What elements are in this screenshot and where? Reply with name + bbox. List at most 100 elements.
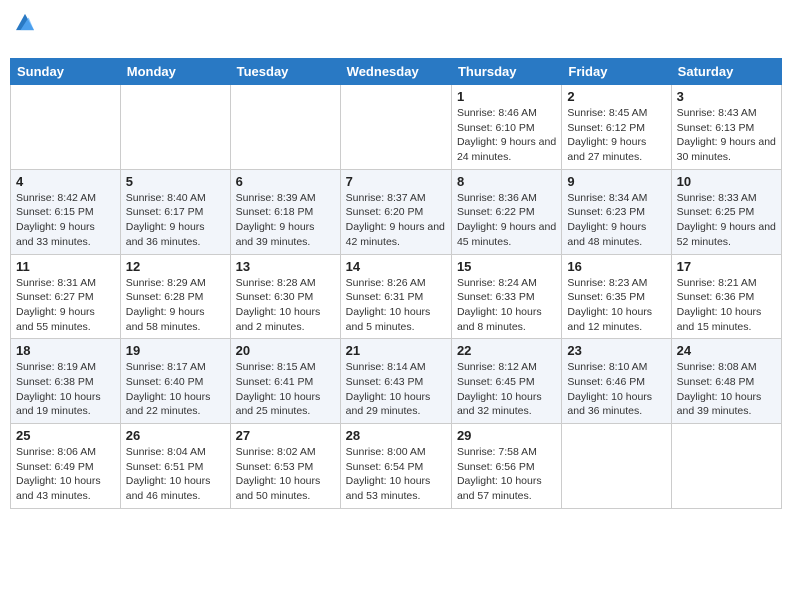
calendar-cell <box>120 85 230 170</box>
calendar-cell: 2Sunrise: 8:45 AM Sunset: 6:12 PM Daylig… <box>562 85 671 170</box>
calendar-cell: 15 Sunrise: 8:24 AM Sunset: 6:33 PM Dayli… <box>451 254 561 339</box>
calendar-cell: 11 Sunrise: 8:31 AM Sunset: 6:27 PM Dayli… <box>11 254 121 339</box>
day-info: Sunrise: 8:21 AM Sunset: 6:36 PM Dayligh… <box>677 276 776 335</box>
day-number: 19 <box>126 343 225 358</box>
day-number: 18 <box>16 343 115 358</box>
calendar-cell: 17 Sunrise: 8:21 AM Sunset: 6:36 PM Dayli… <box>671 254 781 339</box>
day-number: 14 <box>346 259 446 274</box>
calendar-cell: 1 Sunrise: 8:46 AM Sunset: 6:10 PM Daylig… <box>451 85 561 170</box>
calendar-cell: 16 Sunrise: 8:23 AM Sunset: 6:35 PM Dayli… <box>562 254 671 339</box>
day-number: 8 <box>457 174 556 189</box>
day-info: Sunrise: 8:12 AM Sunset: 6:45 PM Dayligh… <box>457 360 556 419</box>
calendar-day-header: Monday <box>120 59 230 85</box>
day-info: Sunrise: 8:26 AM Sunset: 6:31 PM Dayligh… <box>346 276 446 335</box>
calendar-cell: 29 Sunrise: 7:58 AM Sunset: 6:56 PM Dayli… <box>451 424 561 509</box>
calendar-cell <box>671 424 781 509</box>
calendar-day-header: Saturday <box>671 59 781 85</box>
day-info: Sunrise: 8:31 AM Sunset: 6:27 PM Dayligh… <box>16 276 115 335</box>
calendar-body: 1 Sunrise: 8:46 AM Sunset: 6:10 PM Daylig… <box>11 85 782 509</box>
day-info: Sunrise: 8:14 AM Sunset: 6:43 PM Dayligh… <box>346 360 446 419</box>
day-number: 24 <box>677 343 776 358</box>
calendar-cell: 9 Sunrise: 8:34 AM Sunset: 6:23 PM Daylig… <box>562 169 671 254</box>
day-number: 26 <box>126 428 225 443</box>
day-info: Sunrise: 8:37 AM Sunset: 6:20 PM Dayligh… <box>346 191 446 250</box>
day-number: 23 <box>567 343 665 358</box>
day-number: 9 <box>567 174 665 189</box>
day-number: 27 <box>236 428 335 443</box>
calendar-cell <box>562 424 671 509</box>
calendar-cell: 23 Sunrise: 8:10 AM Sunset: 6:46 PM Dayli… <box>562 339 671 424</box>
day-info: Sunrise: 8:34 AM Sunset: 6:23 PM Dayligh… <box>567 191 665 250</box>
calendar-cell: 10 Sunrise: 8:33 AM Sunset: 6:25 PM Dayli… <box>671 169 781 254</box>
calendar-day-header: Sunday <box>11 59 121 85</box>
day-info: Sunrise: 8:08 AM Sunset: 6:48 PM Dayligh… <box>677 360 776 419</box>
logo-icon <box>16 13 34 31</box>
day-number: 25 <box>16 428 115 443</box>
day-info: Sunrise: 8:45 AM Sunset: 6:12 PM Dayligh… <box>567 106 665 165</box>
day-number: 5 <box>126 174 225 189</box>
calendar-cell: 8 Sunrise: 8:36 AM Sunset: 6:22 PM Daylig… <box>451 169 561 254</box>
day-info: Sunrise: 8:04 AM Sunset: 6:51 PM Dayligh… <box>126 445 225 504</box>
day-number: 3 <box>677 89 776 104</box>
day-number: 29 <box>457 428 556 443</box>
logo <box>14 10 34 52</box>
day-number: 20 <box>236 343 335 358</box>
day-info: Sunrise: 8:23 AM Sunset: 6:35 PM Dayligh… <box>567 276 665 335</box>
day-number: 16 <box>567 259 665 274</box>
calendar-cell: 13Sunrise: 8:28 AM Sunset: 6:30 PM Dayli… <box>230 254 340 339</box>
calendar-cell <box>230 85 340 170</box>
day-info: Sunrise: 8:02 AM Sunset: 6:53 PM Dayligh… <box>236 445 335 504</box>
day-number: 21 <box>346 343 446 358</box>
day-info: Sunrise: 8:36 AM Sunset: 6:22 PM Dayligh… <box>457 191 556 250</box>
day-number: 22 <box>457 343 556 358</box>
calendar-cell: 20 Sunrise: 8:15 AM Sunset: 6:41 PM Dayli… <box>230 339 340 424</box>
calendar-cell: 28 Sunrise: 8:00 AM Sunset: 6:54 PM Dayli… <box>340 424 451 509</box>
calendar-cell: 19 Sunrise: 8:17 AM Sunset: 6:40 PM Dayli… <box>120 339 230 424</box>
calendar-week-row: 11 Sunrise: 8:31 AM Sunset: 6:27 PM Dayli… <box>11 254 782 339</box>
calendar-cell: 18 Sunrise: 8:19 AM Sunset: 6:38 PM Dayli… <box>11 339 121 424</box>
calendar-day-header: Thursday <box>451 59 561 85</box>
day-info: Sunrise: 8:42 AM Sunset: 6:15 PM Dayligh… <box>16 191 115 250</box>
calendar-cell <box>11 85 121 170</box>
calendar-day-header: Friday <box>562 59 671 85</box>
day-info: Sunrise: 8:39 AM Sunset: 6:18 PM Dayligh… <box>236 191 335 250</box>
calendar-week-row: 4 Sunrise: 8:42 AM Sunset: 6:15 PM Daylig… <box>11 169 782 254</box>
calendar-table: SundayMondayTuesdayWednesdayThursdayFrid… <box>10 58 782 509</box>
day-info: Sunrise: 8:17 AM Sunset: 6:40 PM Dayligh… <box>126 360 225 419</box>
calendar-cell: 7 Sunrise: 8:37 AM Sunset: 6:20 PM Daylig… <box>340 169 451 254</box>
calendar-cell: 14 Sunrise: 8:26 AM Sunset: 6:31 PM Dayli… <box>340 254 451 339</box>
calendar-week-row: 1 Sunrise: 8:46 AM Sunset: 6:10 PM Daylig… <box>11 85 782 170</box>
calendar-cell: 6Sunrise: 8:39 AM Sunset: 6:18 PM Daylig… <box>230 169 340 254</box>
day-number: 1 <box>457 89 556 104</box>
calendar-day-header: Tuesday <box>230 59 340 85</box>
day-info: Sunrise: 8:43 AM Sunset: 6:13 PM Dayligh… <box>677 106 776 165</box>
day-number: 12 <box>126 259 225 274</box>
calendar-cell: 25Sunrise: 8:06 AM Sunset: 6:49 PM Dayli… <box>11 424 121 509</box>
day-number: 17 <box>677 259 776 274</box>
day-info: Sunrise: 8:19 AM Sunset: 6:38 PM Dayligh… <box>16 360 115 419</box>
day-info: Sunrise: 8:24 AM Sunset: 6:33 PM Dayligh… <box>457 276 556 335</box>
calendar-cell: 26 Sunrise: 8:04 AM Sunset: 6:51 PM Dayli… <box>120 424 230 509</box>
day-number: 11 <box>16 259 115 274</box>
calendar-cell: 24 Sunrise: 8:08 AM Sunset: 6:48 PM Dayli… <box>671 339 781 424</box>
calendar-cell: 5 Sunrise: 8:40 AM Sunset: 6:17 PM Daylig… <box>120 169 230 254</box>
calendar-week-row: 25Sunrise: 8:06 AM Sunset: 6:49 PM Dayli… <box>11 424 782 509</box>
day-info: Sunrise: 8:33 AM Sunset: 6:25 PM Dayligh… <box>677 191 776 250</box>
calendar-header-row: SundayMondayTuesdayWednesdayThursdayFrid… <box>11 59 782 85</box>
day-number: 7 <box>346 174 446 189</box>
calendar-cell: 22 Sunrise: 8:12 AM Sunset: 6:45 PM Dayli… <box>451 339 561 424</box>
day-number: 10 <box>677 174 776 189</box>
day-info: Sunrise: 8:10 AM Sunset: 6:46 PM Dayligh… <box>567 360 665 419</box>
page-header <box>10 10 782 52</box>
day-number: 15 <box>457 259 556 274</box>
day-number: 13 <box>236 259 335 274</box>
day-info: Sunrise: 8:00 AM Sunset: 6:54 PM Dayligh… <box>346 445 446 504</box>
day-info: Sunrise: 8:40 AM Sunset: 6:17 PM Dayligh… <box>126 191 225 250</box>
day-info: Sunrise: 8:15 AM Sunset: 6:41 PM Dayligh… <box>236 360 335 419</box>
day-info: Sunrise: 8:46 AM Sunset: 6:10 PM Dayligh… <box>457 106 556 165</box>
day-number: 28 <box>346 428 446 443</box>
day-number: 4 <box>16 174 115 189</box>
calendar-day-header: Wednesday <box>340 59 451 85</box>
calendar-cell: 12Sunrise: 8:29 AM Sunset: 6:28 PM Dayli… <box>120 254 230 339</box>
day-info: Sunrise: 7:58 AM Sunset: 6:56 PM Dayligh… <box>457 445 556 504</box>
